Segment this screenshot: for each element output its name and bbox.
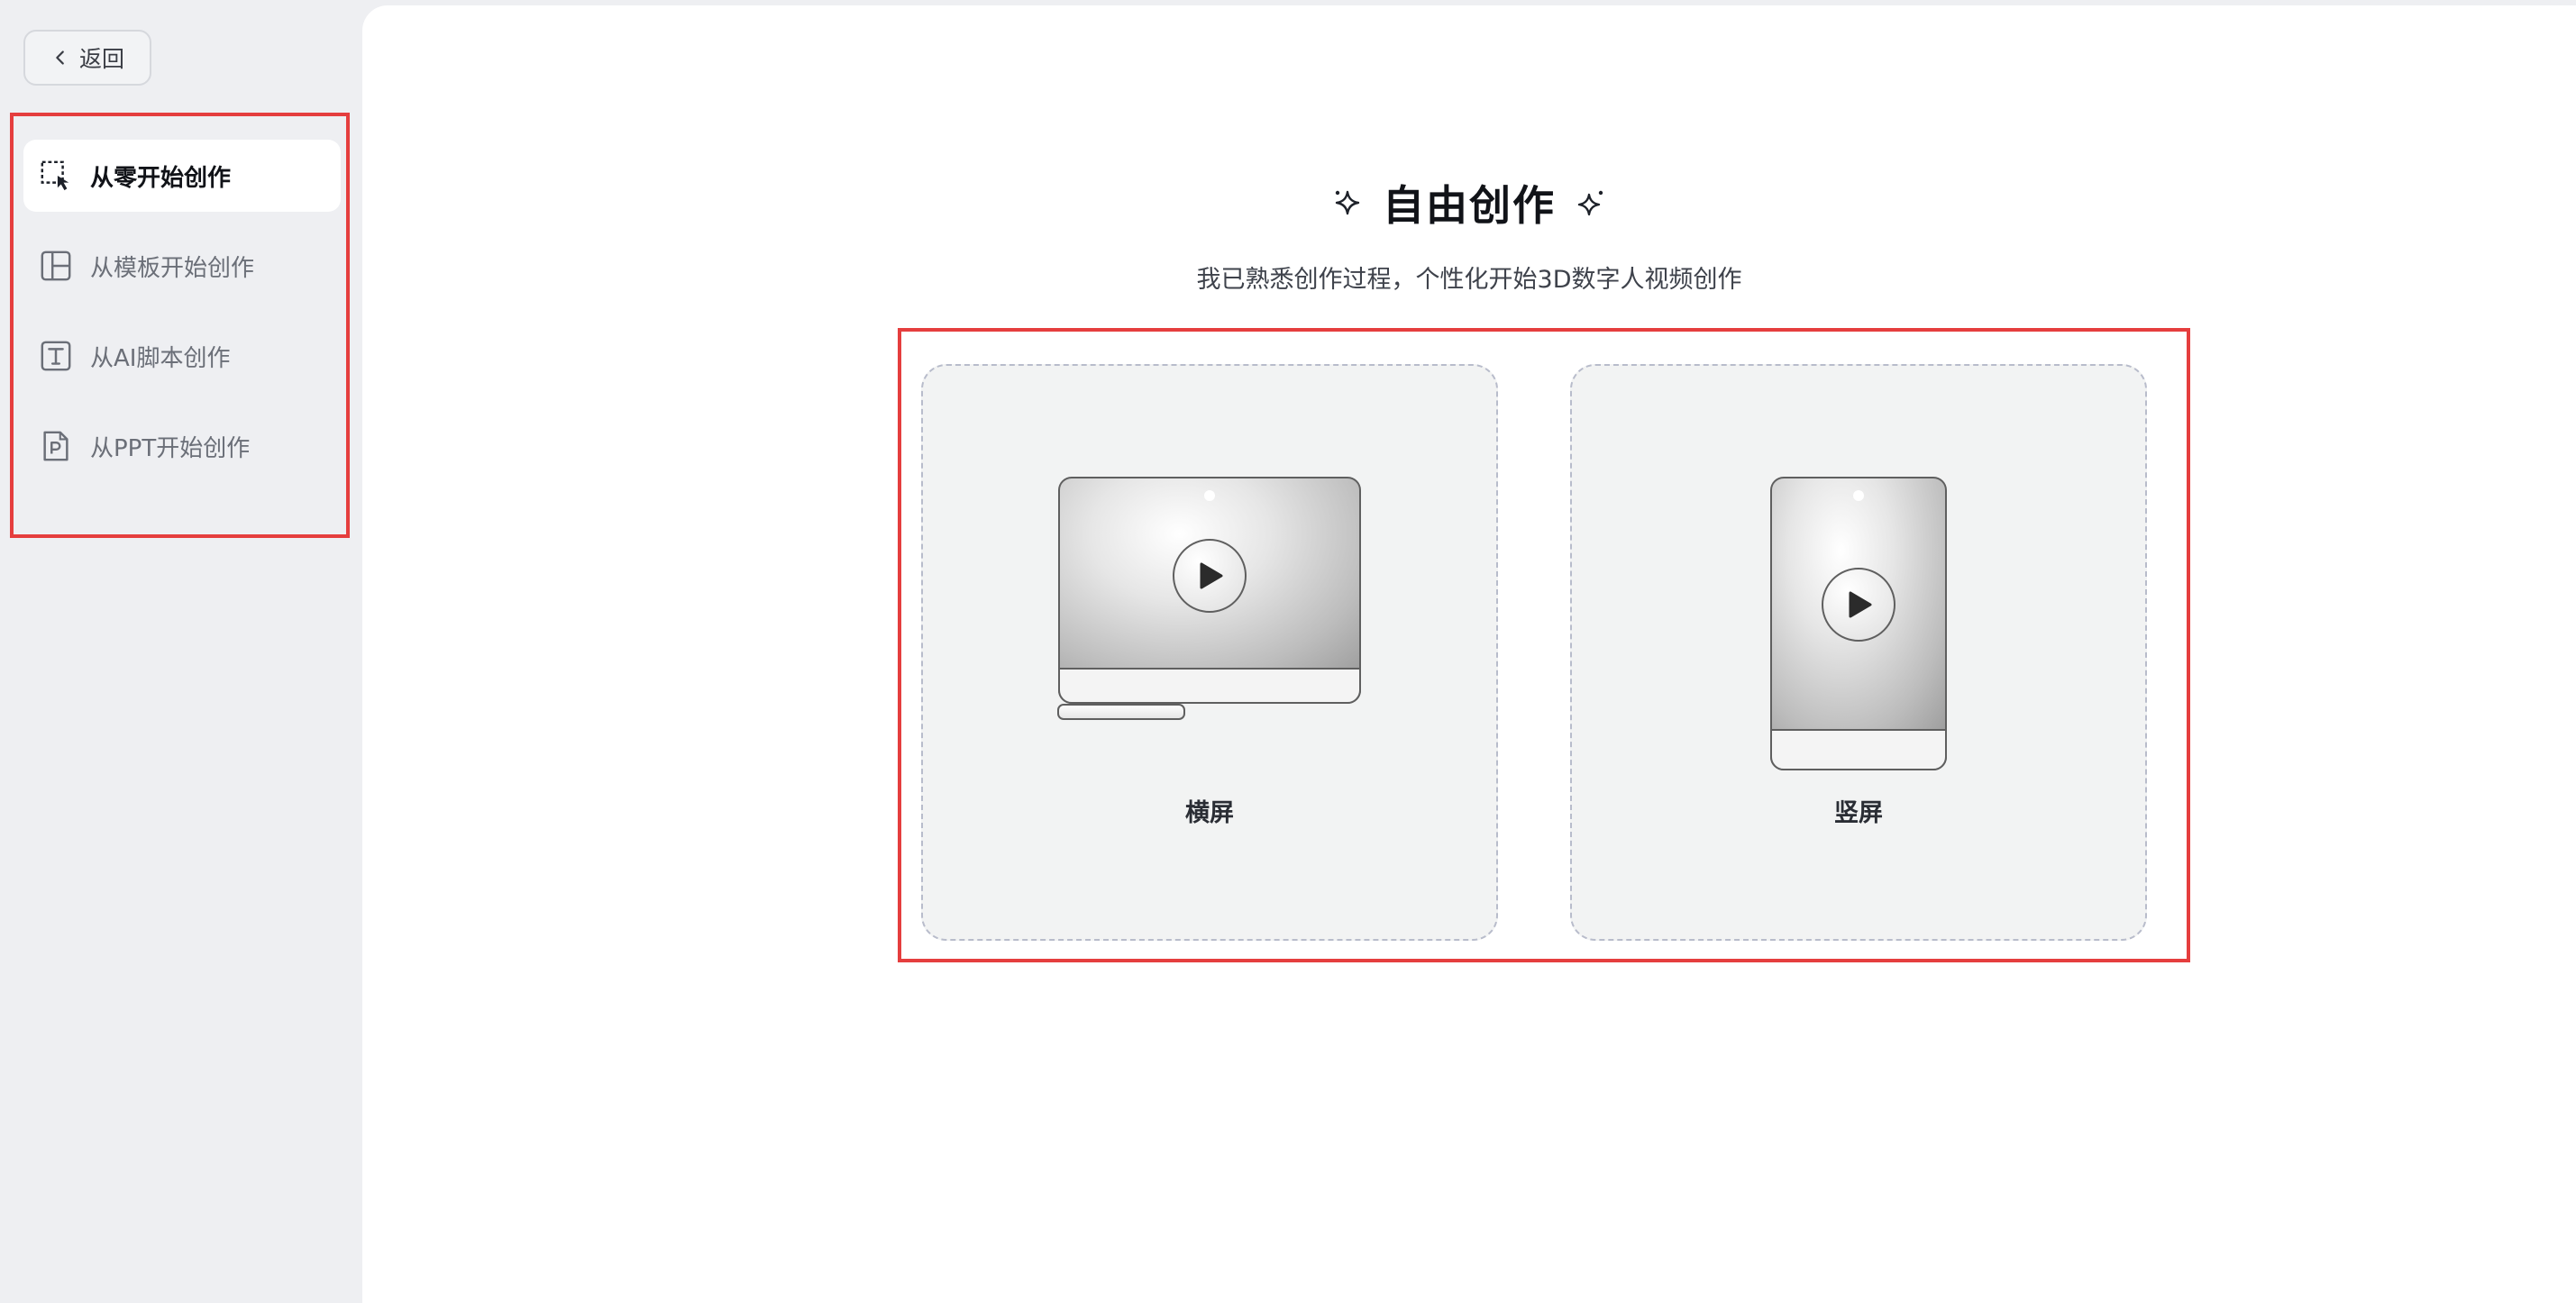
sparkle-icon [1335, 190, 1360, 215]
chevron-left-icon [56, 50, 64, 65]
ppt-file-icon [38, 428, 74, 464]
page-subtitle: 我已熟悉创作过程，个性化开始3D数字人视频创作 [1196, 266, 1742, 294]
sidebar-item-label: 从模板开始创作 [90, 254, 255, 282]
select-cursor-icon [38, 158, 74, 194]
back-label: 返回 [78, 46, 124, 72]
sidebar-item-from-template[interactable]: 从模板开始创作 [23, 230, 341, 302]
landscape-card[interactable]: 横屏 [921, 364, 1498, 941]
phone-play-icon [1770, 477, 1947, 770]
title-row: 自由创作 [362, 171, 2576, 234]
sidebar-item-ai-script[interactable]: 从AI脚本创作 [23, 320, 341, 392]
page-title: 自由创作 [1383, 181, 1556, 230]
main-panel: 自由创作 我已熟悉创作过程，个性化开始3D数字人视频创作 横屏 竖屏 [362, 5, 2576, 1303]
text-t-icon [38, 338, 74, 374]
sidebar: 返回 从零开始创作 从模板开始创作 从AI脚本创作 从PPT开始创作 [0, 0, 362, 1303]
portrait-card[interactable]: 竖屏 [1570, 364, 2147, 941]
card-label: 竖屏 [1834, 799, 1883, 827]
card-label: 横屏 [1185, 799, 1234, 827]
sidebar-item-label: 从AI脚本创作 [90, 344, 231, 372]
sidebar-item-from-ppt[interactable]: 从PPT开始创作 [23, 410, 341, 482]
back-button[interactable]: 返回 [23, 30, 151, 86]
sidebar-item-label: 从PPT开始创作 [90, 434, 251, 462]
sidebar-item-from-scratch[interactable]: 从零开始创作 [23, 140, 341, 212]
sidebar-item-label: 从零开始创作 [90, 164, 232, 192]
sparkle-icon [1577, 190, 1603, 216]
template-layout-icon [38, 248, 74, 284]
monitor-play-icon [1057, 477, 1361, 720]
